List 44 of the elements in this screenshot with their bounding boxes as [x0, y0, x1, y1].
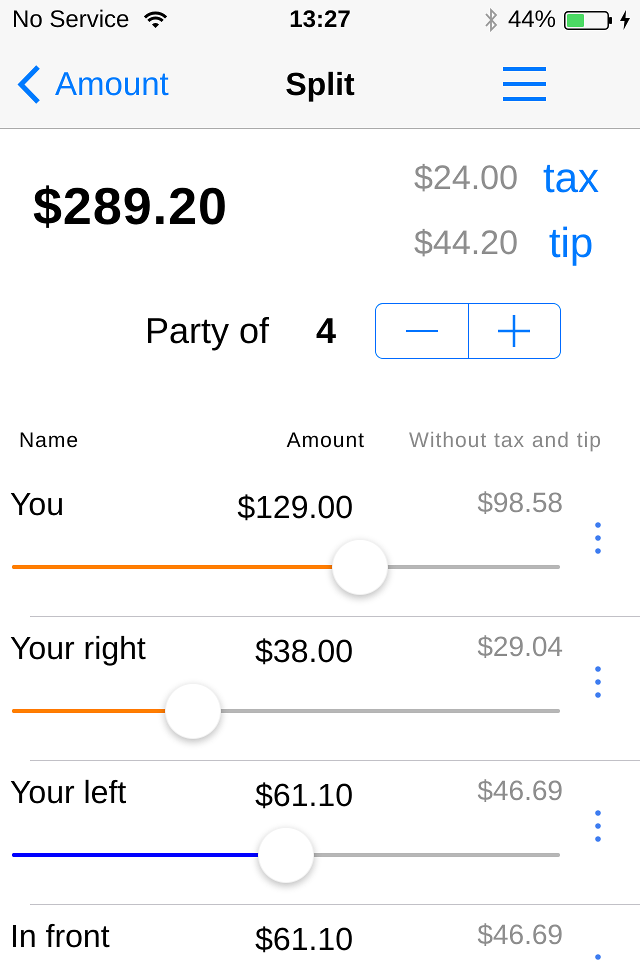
- slider-thumb[interactable]: [164, 683, 221, 739]
- share-amount: $61.10: [255, 920, 353, 958]
- party-count: 4: [316, 309, 336, 353]
- charge-amount: $24.00: [414, 158, 518, 198]
- share-amount: $129.00: [237, 488, 353, 526]
- wifi-icon: [143, 11, 168, 29]
- more-icon[interactable]: [595, 666, 601, 698]
- person-name: You: [10, 485, 64, 523]
- column-heading: Name: [19, 428, 80, 454]
- menu-icon[interactable]: [503, 67, 546, 101]
- charge-link[interactable]: tip: [548, 218, 594, 266]
- person-name: In front: [10, 917, 110, 955]
- column-heading: Amount: [286, 428, 365, 454]
- charging-bolt-icon: [620, 10, 630, 30]
- pretax-amount: $29.04: [477, 630, 563, 664]
- charge-link[interactable]: tax: [542, 154, 600, 202]
- slider-thumb[interactable]: [258, 827, 314, 883]
- back-button[interactable]: Amount: [16, 63, 169, 105]
- charge-amount: $44.20: [414, 222, 518, 262]
- battery-icon: [564, 10, 612, 30]
- person-name: Your right: [10, 629, 146, 667]
- minus-icon: [406, 330, 438, 332]
- column-heading: Without tax and tip: [409, 428, 602, 454]
- share-amount: $38.00: [255, 632, 353, 670]
- slider-thumb[interactable]: [332, 539, 388, 595]
- slider-track[interactable]: [12, 827, 560, 883]
- screen-title: Split: [285, 65, 355, 104]
- plus-icon: [498, 315, 530, 347]
- carrier-label: No Service: [12, 6, 130, 34]
- share-amount: $61.10: [255, 776, 353, 814]
- slider-track[interactable]: [12, 683, 560, 739]
- party-label: Party of: [145, 309, 270, 353]
- total-amount: $289.20: [33, 177, 228, 237]
- pretax-amount: $46.69: [477, 774, 563, 808]
- more-icon[interactable]: [595, 522, 601, 554]
- person-name: Your left: [10, 773, 126, 811]
- more-icon[interactable]: [595, 810, 601, 842]
- battery-percentage: 44%: [508, 6, 556, 34]
- chevron-left-icon: [16, 64, 42, 104]
- bluetooth-icon: [484, 6, 498, 34]
- slider-track[interactable]: [12, 539, 560, 595]
- pretax-amount: $46.69: [477, 918, 563, 952]
- clock-time: 13:27: [289, 6, 351, 34]
- pretax-amount: $98.58: [477, 486, 563, 520]
